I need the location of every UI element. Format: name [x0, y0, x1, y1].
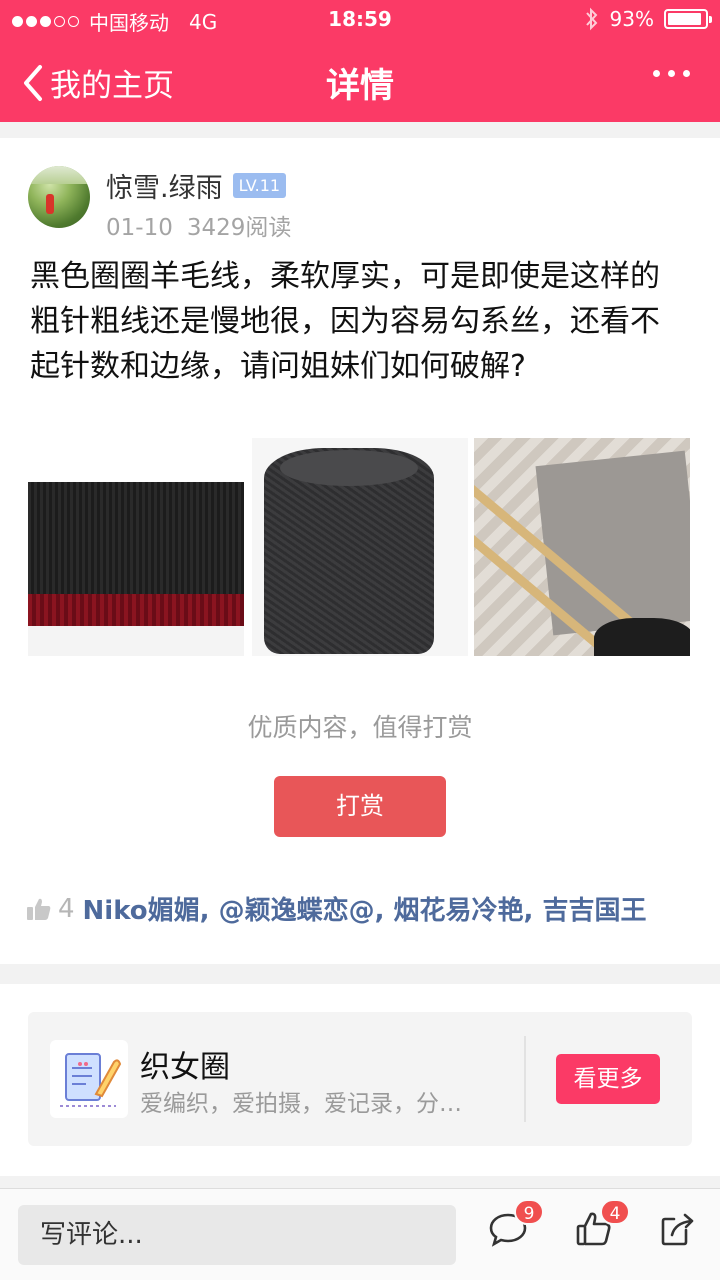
photo-knitting[interactable]	[28, 438, 244, 656]
level-badge: LV.11	[232, 173, 287, 198]
back-chevron-icon	[24, 64, 42, 101]
bluetooth-icon	[585, 7, 597, 31]
share-button[interactable]	[658, 1209, 698, 1249]
comment-count-badge: 9	[514, 1199, 544, 1225]
photo-yarn-cone[interactable]	[252, 438, 468, 656]
see-more-button[interactable]: 看更多	[556, 1054, 660, 1104]
photo-needles[interactable]	[474, 438, 690, 656]
likes-row[interactable]: 4 Niko媚媚, @颖逸蝶恋@, 烟花易冷艳, 吉吉国王	[26, 890, 646, 927]
reward-prompt: 优质内容，值得打赏	[247, 713, 473, 742]
back-button[interactable]: 我的主页	[20, 60, 174, 105]
battery-icon	[664, 9, 712, 29]
circle-description: 爱编织，爱拍摄，爱记录，分…	[140, 1091, 462, 1117]
thumbs-up-icon	[27, 898, 51, 920]
comment-input[interactable]: 写评论...	[18, 1205, 456, 1265]
read-count: 3429阅读	[186, 215, 292, 241]
more-dots-icon[interactable]	[653, 70, 690, 77]
top-bar: 中国移动 4G 18:59 93% 我的主页 详情	[0, 0, 720, 122]
circle-logo-icon	[50, 1040, 128, 1118]
post-card: 惊雪.绿雨 LV.11 01-10 3429阅读 黑色圈圈羊毛线，柔软厚实，可是即…	[0, 138, 720, 964]
circle-card[interactable]: 织女圈 爱编织，爱拍摄，爱记录，分… 看更多	[28, 1012, 692, 1146]
post-content: 黑色圈圈羊毛线，柔软厚实，可是即使是这样的粗针粗线还是慢地很，因为容易勾系丝，还…	[30, 259, 660, 384]
like-count-badge: 4	[600, 1199, 630, 1225]
like-button[interactable]: 4	[574, 1199, 630, 1249]
battery-percent: 93%	[609, 7, 654, 31]
likers-list[interactable]: Niko媚媚, @颖逸蝶恋@, 烟花易冷艳, 吉吉国王	[83, 890, 647, 927]
reward-button[interactable]: 打赏	[274, 776, 446, 837]
circle-section: 织女圈 爱编织，爱拍摄，爱记录，分… 看更多	[0, 984, 720, 1176]
avatar[interactable]	[28, 166, 90, 228]
nav-bar: 我的主页 详情	[0, 40, 720, 122]
bottom-bar: 写评论... 9 4	[0, 1188, 720, 1280]
back-label: 我的主页	[50, 68, 174, 104]
divider	[524, 1036, 526, 1122]
comment-button[interactable]: 9	[488, 1199, 544, 1249]
share-icon	[661, 1213, 694, 1246]
post-meta: 01-10 3429阅读	[106, 208, 291, 242]
likes-count: 4	[58, 893, 75, 924]
author-name[interactable]: 惊雪.绿雨	[106, 166, 223, 205]
status-bar: 中国移动 4G 18:59 93%	[0, 0, 720, 40]
post-date: 01-10	[106, 215, 173, 241]
circle-name: 织女圈	[140, 1050, 230, 1085]
